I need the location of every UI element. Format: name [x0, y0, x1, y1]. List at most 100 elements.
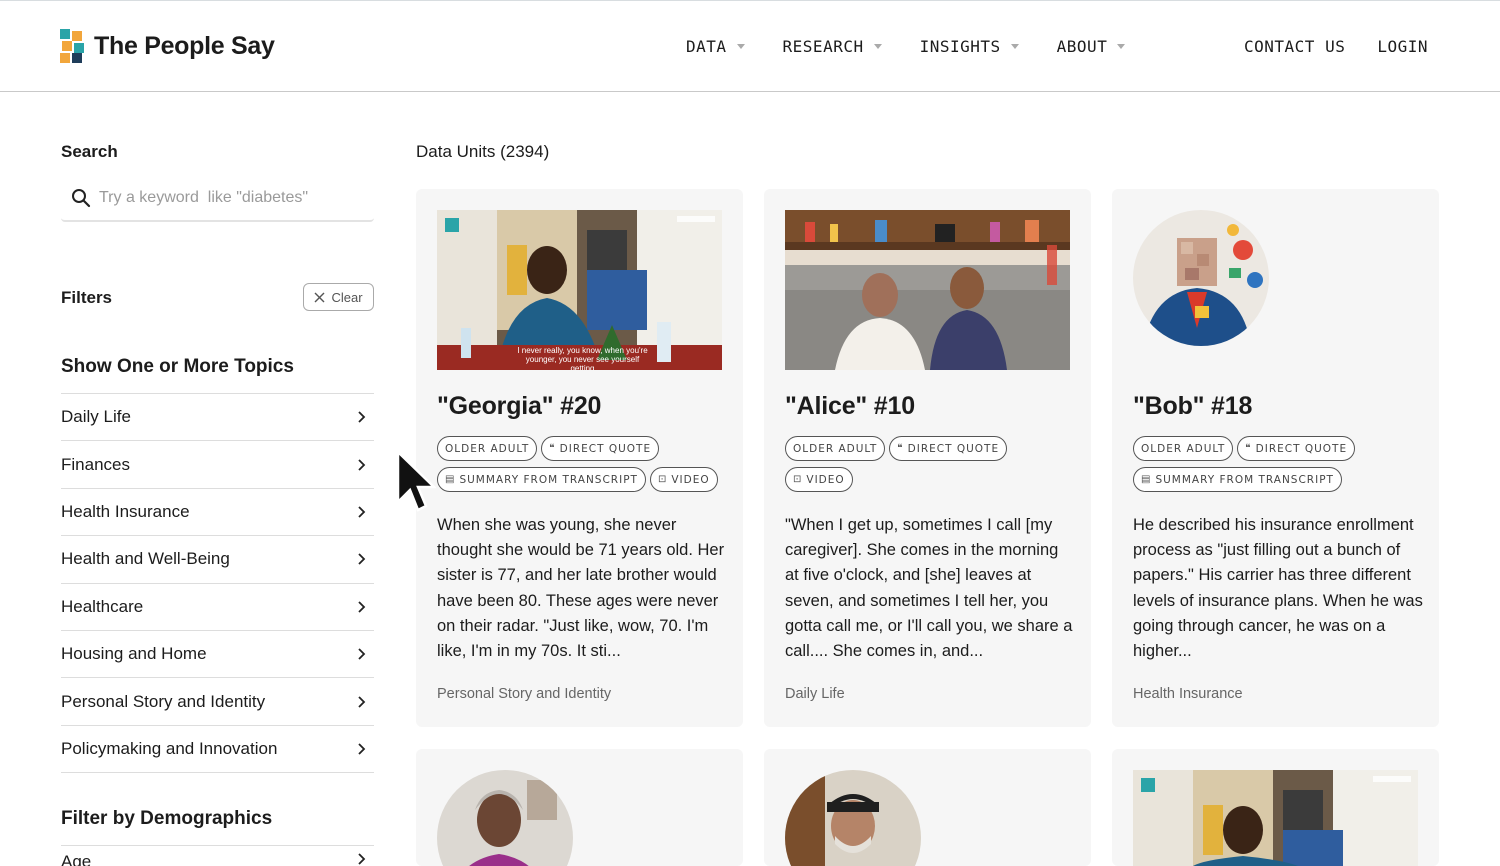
- card-title[interactable]: "Alice" #10: [785, 392, 915, 421]
- chevron-right-icon: [358, 553, 366, 565]
- topic-list: Daily Life Finances Health Insurance Hea…: [61, 393, 374, 774]
- site-logo[interactable]: The People Say: [60, 29, 275, 63]
- nav-insights-label: INSIGHTS: [919, 37, 1001, 56]
- topic-daily-life[interactable]: Daily Life: [61, 394, 374, 442]
- nav-research[interactable]: RESEARCH: [783, 37, 882, 56]
- tag-label: DIRECT QUOTE: [1255, 442, 1348, 455]
- card-title[interactable]: "Bob" #18: [1133, 392, 1252, 421]
- mouse-cursor-icon: [396, 450, 436, 512]
- data-unit-card[interactable]: I never really, you know, when you're yo…: [416, 189, 743, 727]
- topic-label: Health Insurance: [61, 501, 190, 521]
- tag-label: VIDEO: [806, 473, 845, 486]
- logo-text: The People Say: [94, 31, 275, 60]
- clear-filters-button[interactable]: Clear: [303, 283, 374, 311]
- filters-title: Filters: [61, 288, 113, 307]
- tag-label: DIRECT QUOTE: [907, 442, 1000, 455]
- chevron-down-icon: [736, 44, 745, 49]
- search-icon: [72, 189, 91, 208]
- card-topic[interactable]: Health Insurance: [1133, 686, 1243, 702]
- tag-summary-transcript[interactable]: ▤ SUMMARY FROM TRANSCRIPT: [437, 467, 646, 492]
- chevron-right-icon: [358, 601, 366, 613]
- tag-video[interactable]: ⊡ VIDEO: [649, 467, 718, 492]
- quote-icon: ❝: [549, 443, 556, 454]
- card-summary: When she was young, she never thought sh…: [437, 516, 725, 661]
- data-unit-card[interactable]: [764, 749, 1091, 866]
- topic-label: Personal Story and Identity: [61, 691, 266, 711]
- topic-label: Health and Well-Being: [61, 549, 230, 569]
- chevron-right-icon: [358, 743, 366, 755]
- tag-older-adult[interactable]: OLDER ADULT: [785, 436, 886, 461]
- topic-healthcare[interactable]: Healthcare: [61, 584, 374, 631]
- card-summary: "When I get up, sometimes I call [my car…: [785, 516, 1073, 661]
- search-input[interactable]: [99, 189, 359, 207]
- quote-icon: ❝: [897, 443, 904, 454]
- nav-about[interactable]: ABOUT: [1057, 37, 1126, 56]
- nav-insights[interactable]: INSIGHTS: [920, 37, 1019, 56]
- video-thumbnail[interactable]: I never really, you know, when you're yo…: [437, 210, 722, 370]
- data-units-count: Data Units (2394): [416, 142, 550, 161]
- video-icon: ⊡: [657, 474, 668, 485]
- nav-data-label: DATA: [686, 37, 727, 56]
- tag-direct-quote[interactable]: ❝ DIRECT QUOTE: [541, 436, 660, 461]
- main-nav: DATA RESEARCH INSIGHTS ABOUT: [686, 37, 1126, 56]
- topic-personal-story[interactable]: Personal Story and Identity: [61, 678, 374, 726]
- tag-label: SUMMARY FROM TRANSCRIPT: [1155, 473, 1334, 486]
- tag-label: DIRECT QUOTE: [559, 442, 652, 455]
- tag-list: OLDER ADULT ❝ DIRECT QUOTE ▤ SUMMARY FROM …: [1133, 436, 1423, 492]
- chevron-down-icon: [1117, 44, 1126, 49]
- transcript-icon: ▤: [1141, 474, 1152, 485]
- transcript-icon: ▤: [445, 474, 456, 485]
- tag-direct-quote[interactable]: ❝ DIRECT QUOTE: [1237, 436, 1356, 461]
- nav-data[interactable]: DATA: [686, 37, 745, 56]
- tag-list: OLDER ADULT ❝ DIRECT QUOTE ▤ SUMMARY FROM …: [437, 436, 727, 492]
- topic-housing-home[interactable]: Housing and Home: [61, 631, 374, 679]
- contact-us-link[interactable]: CONTACT US: [1244, 37, 1345, 56]
- video-thumbnail[interactable]: [785, 210, 1070, 370]
- card-topic[interactable]: Personal Story and Identity: [437, 686, 611, 702]
- tag-summary-transcript[interactable]: ▤ SUMMARY FROM TRANSCRIPT: [1133, 467, 1342, 492]
- nav-about-label: ABOUT: [1056, 37, 1108, 56]
- topic-health-well-being[interactable]: Health and Well-Being: [61, 536, 374, 584]
- data-unit-card[interactable]: [416, 749, 743, 866]
- search-title: Search: [61, 142, 118, 161]
- video-thumbnail[interactable]: [1133, 770, 1418, 866]
- demographic-age[interactable]: Age: [61, 852, 374, 866]
- avatar: [785, 770, 921, 866]
- topic-health-insurance[interactable]: Health Insurance: [61, 489, 374, 537]
- avatar: [437, 770, 573, 866]
- site-header: The People Say DATA RESEARCH INSIGHTS AB…: [0, 0, 1500, 92]
- logo-icon: [60, 29, 86, 63]
- tag-older-adult[interactable]: OLDER ADULT: [437, 436, 538, 461]
- card-topic[interactable]: Daily Life: [785, 686, 845, 702]
- tag-video[interactable]: ⊡ VIDEO: [785, 467, 853, 492]
- tag-label: OLDER ADULT: [793, 442, 878, 455]
- quote-icon: ❝: [1245, 443, 1252, 454]
- data-unit-card[interactable]: "Alice" #10 OLDER ADULT ❝ DIRECT QUOTE ⊡ V…: [764, 189, 1091, 727]
- card-title[interactable]: "Georgia" #20: [437, 392, 601, 421]
- tag-list: OLDER ADULT ❝ DIRECT QUOTE ⊡ VIDEO: [785, 436, 1075, 492]
- topic-label: Healthcare: [61, 596, 144, 616]
- header-actions: CONTACT US LOGIN: [1244, 37, 1428, 56]
- chevron-right-icon: [358, 648, 366, 660]
- topics-title: Show One or More Topics: [61, 356, 294, 377]
- data-unit-card[interactable]: [1112, 749, 1439, 866]
- chevron-right-icon: [358, 506, 366, 518]
- avatar: [1133, 210, 1269, 346]
- topic-policymaking[interactable]: Policymaking and Innovation: [61, 726, 374, 774]
- login-link[interactable]: LOGIN: [1377, 37, 1428, 56]
- tag-direct-quote[interactable]: ❝ DIRECT QUOTE: [889, 436, 1008, 461]
- divider: [61, 845, 374, 846]
- topic-label: Daily Life: [61, 407, 131, 427]
- tag-label: OLDER ADULT: [445, 442, 530, 455]
- clear-label: Clear: [331, 289, 363, 305]
- video-icon: ⊡: [793, 474, 803, 485]
- tag-label: VIDEO: [671, 473, 710, 486]
- chevron-right-icon: [358, 695, 366, 708]
- tag-label: OLDER ADULT: [1141, 442, 1226, 455]
- tag-older-adult[interactable]: OLDER ADULT: [1133, 436, 1234, 461]
- topic-label: Policymaking and Innovation: [61, 738, 278, 758]
- data-unit-card[interactable]: "Bob" #18 OLDER ADULT ❝ DIRECT QUOTE ▤ SUM…: [1112, 189, 1439, 727]
- topic-finances[interactable]: Finances: [61, 441, 374, 489]
- video-caption: I never really, you know, when you're yo…: [517, 346, 648, 370]
- close-icon: [314, 292, 325, 302]
